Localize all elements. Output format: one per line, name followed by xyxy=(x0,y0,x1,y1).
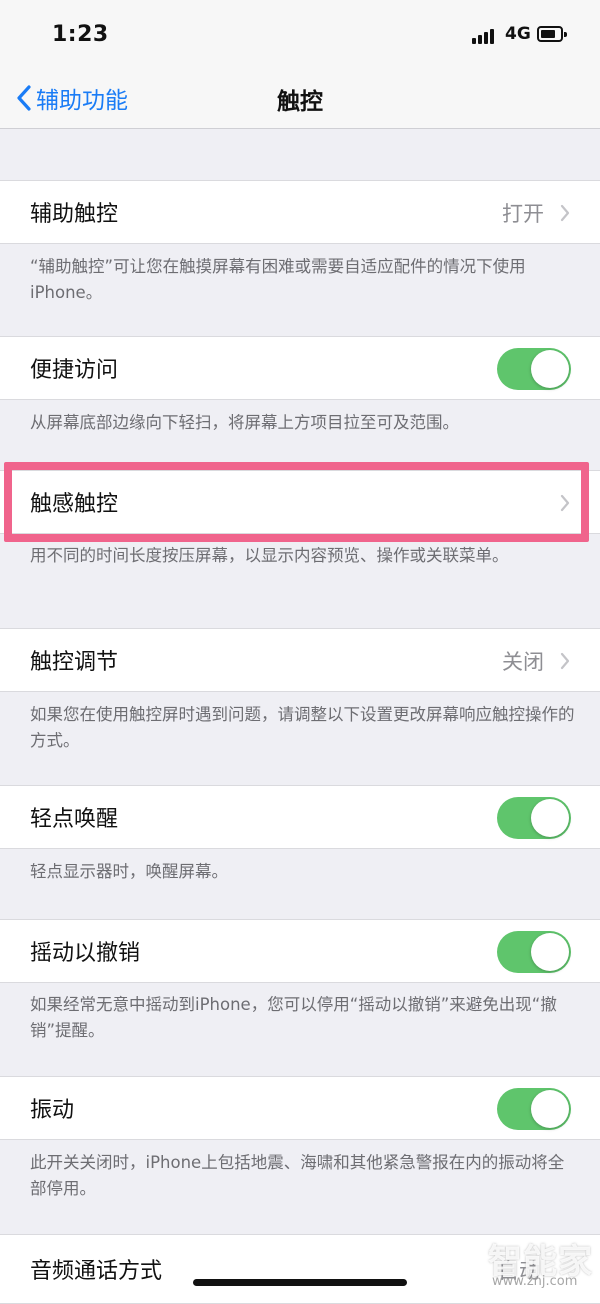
row-tap-to-wake[interactable]: 轻点唤醒 xyxy=(0,785,600,849)
navigation-bar: 辅助功能 触控 xyxy=(0,70,600,129)
section-footer: “辅助触控”可让您在触摸屏幕有困难或需要自适应配件的情况下使用iPhone。 xyxy=(30,257,526,302)
section-footer: 如果您在使用触控屏时遇到问题，请调整以下设置更改屏幕响应触控操作的方式。 xyxy=(30,705,575,750)
battery-icon xyxy=(537,26,567,42)
row-label: 触控调节 xyxy=(30,650,119,675)
reachability-toggle[interactable] xyxy=(497,348,571,390)
home-indicator[interactable] xyxy=(193,1279,407,1286)
section-footer: 从屏幕底部边缘向下轻扫，将屏幕上方项目拉至可及范围。 xyxy=(30,413,459,432)
row-shake-to-undo[interactable]: 摇动以撤销 xyxy=(0,919,600,983)
tap-to-wake-toggle[interactable] xyxy=(497,797,571,839)
watermark-url: www.znj.com xyxy=(492,1274,578,1289)
row-vibration[interactable]: 振动 xyxy=(0,1076,600,1140)
row-reachability[interactable]: 便捷访问 xyxy=(0,336,600,400)
section-footer: 用不同的时间长度按压屏幕，以显示内容预览、操作或关联菜单。 xyxy=(30,546,509,565)
vibration-toggle[interactable] xyxy=(497,1088,571,1130)
signal-icon xyxy=(472,28,498,44)
row-touch-accommodations[interactable]: 触控调节 关闭 xyxy=(0,628,600,692)
row-label: 便捷访问 xyxy=(30,358,119,383)
shake-to-undo-toggle[interactable] xyxy=(497,931,571,973)
row-label: 辅助触控 xyxy=(30,202,119,227)
chevron-right-icon xyxy=(560,204,570,222)
section-footer: 如果经常无意中摇动到iPhone，您可以停用“摇动以撤销”来避免出现“撤销”提醒… xyxy=(30,995,557,1040)
highlight-box xyxy=(4,462,589,542)
page-title: 触控 xyxy=(277,89,323,115)
status-bar: 1:23 4G xyxy=(0,0,600,70)
network-type: 4G xyxy=(505,24,531,44)
row-label: 音频通话方式 xyxy=(30,1259,163,1284)
row-value: 关闭 xyxy=(502,650,544,674)
row-value: 打开 xyxy=(502,202,544,226)
row-label: 摇动以撤销 xyxy=(30,941,141,966)
watermark-logo: 智能家 www.znj.com xyxy=(488,1234,598,1294)
chevron-right-icon xyxy=(560,652,570,670)
row-label: 轻点唤醒 xyxy=(30,807,119,832)
section-footer: 此开关关闭时，iPhone上包括地震、海啸和其他紧急警报在内的振动将全部停用。 xyxy=(30,1153,565,1198)
status-time: 1:23 xyxy=(52,22,109,47)
row-assistive-touch[interactable]: 辅助触控 打开 xyxy=(0,180,600,244)
row-label: 振动 xyxy=(30,1098,75,1123)
section-footer: 轻点显示器时，唤醒屏幕。 xyxy=(30,862,228,881)
